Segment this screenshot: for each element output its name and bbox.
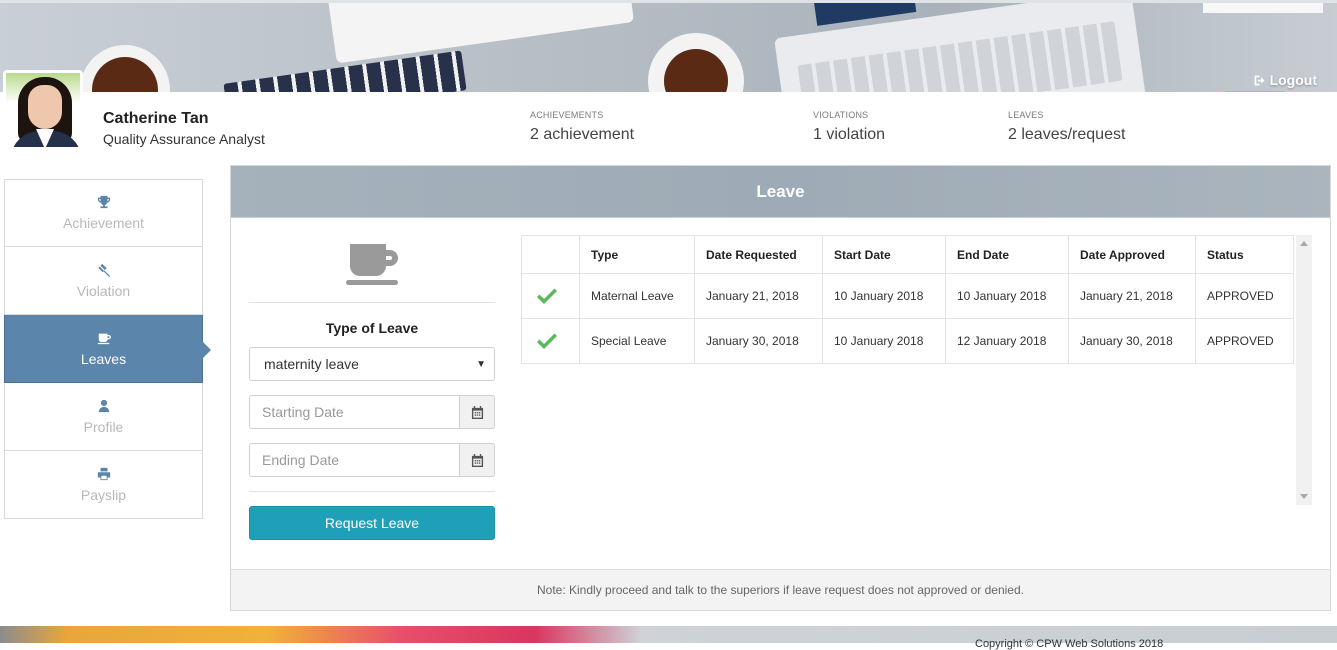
coffee-icon [97,333,111,344]
header-banner: Logout [0,0,1337,92]
stat-label: LEAVES [1008,110,1044,120]
cell-end-date: 10 January 2018 [945,273,1069,319]
leave-type-label: Type of Leave [325,320,419,336]
sidebar-item-leaves[interactable]: Leaves [4,315,211,383]
cell-type: Special Leave [579,318,695,364]
cell-type: Maternal Leave [579,273,695,319]
sidebar-item-label: Profile [83,418,124,435]
logout-button[interactable]: Logout [1253,72,1317,88]
cell-end-date: 12 January 2018 [945,318,1069,364]
starting-date-group: Starting Date [249,395,495,429]
sidebar-item-achievement[interactable]: Achievement [4,179,203,247]
stat-value: 2 leaves/request [1008,126,1126,143]
logout-label: Logout [1269,72,1317,88]
table-row[interactable]: Maternal Leave January 21, 2018 10 Janua… [521,273,1294,319]
table-scrollbar[interactable] [1296,235,1312,505]
sidebar-item-label: Violation [76,282,131,299]
status-cell [521,318,580,364]
column-header: Type [579,235,695,274]
leave-type-value: maternity leave [264,356,359,372]
gavel-icon [97,263,110,277]
starting-date-input[interactable]: Starting Date [250,396,459,428]
cell-date-approved: January 30, 2018 [1068,318,1196,364]
sidebar-item-label: Achievement [63,215,144,231]
table-header-row: Type Date Requested Start Date End Date … [521,235,1294,274]
column-header: Date Requested [694,235,823,274]
column-header: Start Date [822,235,946,274]
stat-value: 1 violation [813,126,886,143]
logout-icon [1254,75,1264,85]
sidebar: Achievement Violation Leaves Profile Pay… [4,179,211,519]
leave-table-container: Type Date Requested Start Date End Date … [521,235,1312,505]
coffee-cup-icon [346,244,398,285]
stat-value: 2 achievement [530,126,635,143]
avatar [3,70,83,150]
stat-violations: VIOLATIONS 1 violation [813,110,885,144]
user-icon [98,399,109,412]
sidebar-item-violation[interactable]: Violation [4,247,203,315]
ending-date-calendar-button[interactable] [459,444,494,476]
banner-sticky [1225,91,1285,92]
status-cell [521,273,580,319]
sidebar-item-profile[interactable]: Profile [4,383,203,451]
cell-date-requested: January 30, 2018 [694,318,823,364]
starting-date-calendar-button[interactable] [459,396,494,428]
leave-table: Type Date Requested Start Date End Date … [521,235,1294,364]
leave-panel: Leave Type of Leave maternity leave ▼ St… [230,165,1331,611]
printer-icon [97,467,110,480]
ending-date-input[interactable]: Ending Date [250,444,459,476]
leave-form: Type of Leave maternity leave ▼ Starting… [249,236,495,540]
calendar-icon [471,405,483,419]
stat-achievements: ACHIEVEMENTS 2 achievement [530,110,634,144]
column-header: Status [1195,235,1294,274]
cell-start-date: 10 January 2018 [822,273,946,319]
cell-status: APPROVED [1195,273,1294,319]
stat-leaves: LEAVES 2 leaves/request [1008,110,1125,144]
copyright: Copyright © CPW Web Solutions 2018 [975,638,1164,650]
panel-note: Note: Kindly proceed and talk to the sup… [231,569,1330,610]
stat-label: ACHIEVEMENTS [530,110,604,120]
calendar-icon [471,453,483,467]
divider [249,491,495,492]
cell-start-date: 10 January 2018 [822,318,946,364]
divider [249,302,495,303]
check-icon [537,333,557,349]
banner-paper [1203,3,1323,13]
sidebar-item-payslip[interactable]: Payslip [4,451,203,519]
column-header: End Date [945,235,1069,274]
column-header [521,235,580,274]
sidebar-item-label: Payslip [80,486,127,503]
cell-date-requested: January 21, 2018 [694,273,823,319]
scroll-down-icon[interactable] [1300,494,1308,499]
user-name: Catherine Tan [103,110,209,127]
stat-label: VIOLATIONS [813,110,869,120]
check-icon [537,288,557,304]
ending-date-group: Ending Date [249,443,495,477]
column-header: Date Approved [1068,235,1196,274]
panel-title: Leave [231,166,1330,218]
user-role: Quality Assurance Analyst [103,131,265,147]
caret-down-icon: ▼ [476,358,486,370]
cell-date-approved: January 21, 2018 [1068,273,1196,319]
cell-status: APPROVED [1195,318,1294,364]
table-row[interactable]: Special Leave January 30, 2018 10 Januar… [521,318,1294,364]
sidebar-item-label: Leaves [80,350,127,367]
request-leave-button[interactable]: Request Leave [249,506,495,540]
trophy-icon [97,195,110,209]
leave-type-select[interactable]: maternity leave ▼ [249,347,495,381]
banner-tablet [325,3,635,64]
scroll-up-icon[interactable] [1300,241,1308,246]
